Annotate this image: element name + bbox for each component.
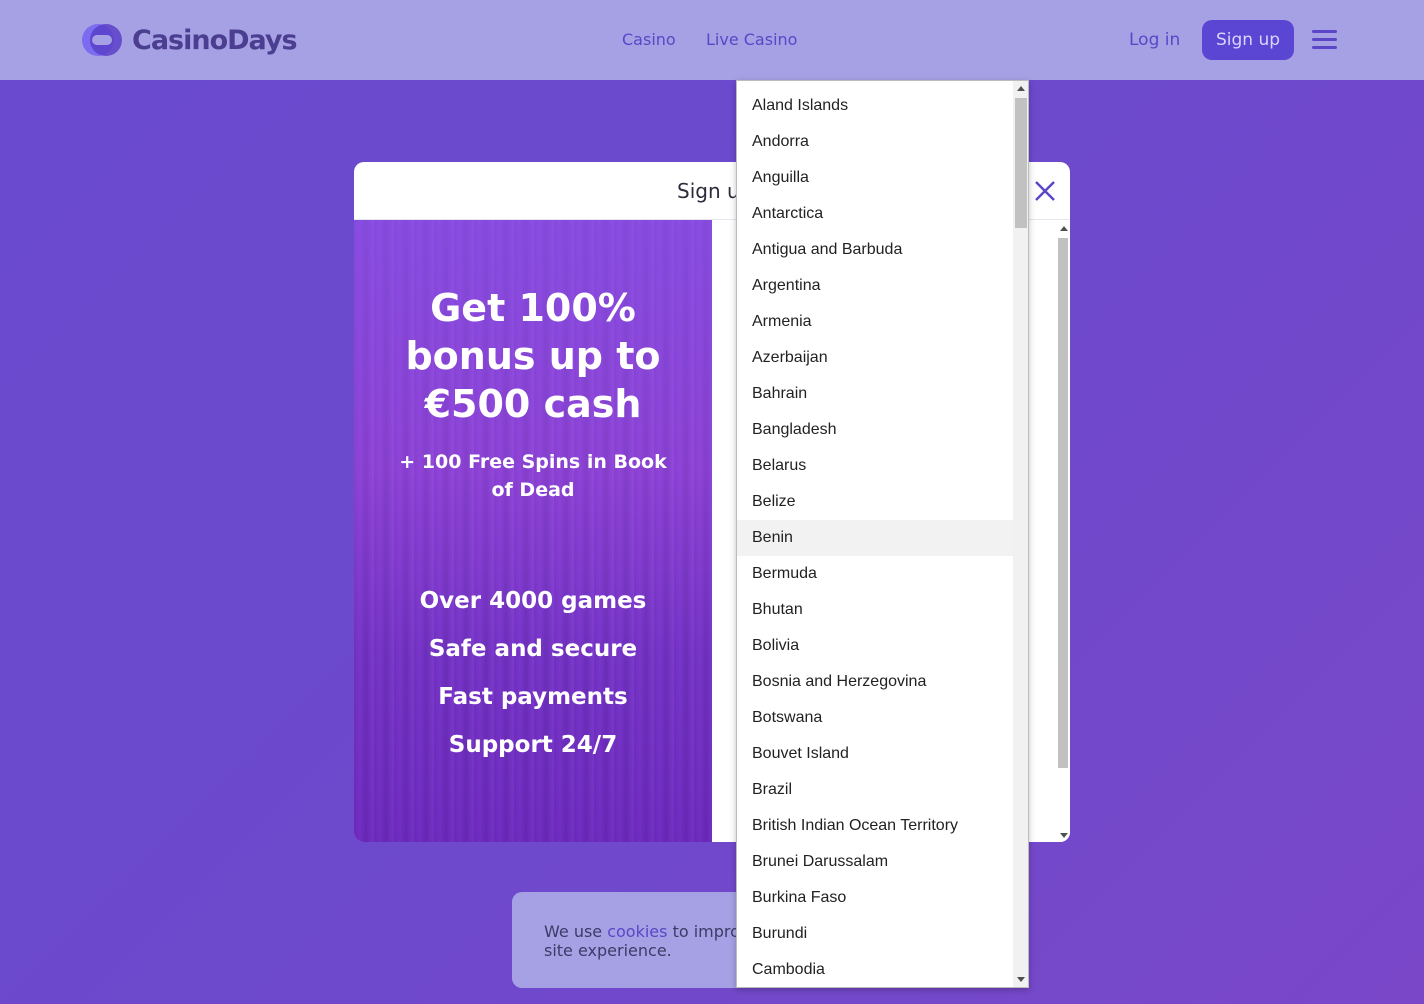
country-option[interactable]: Botswana [737, 700, 1013, 736]
dropdown-scrollbar-thumb[interactable] [1015, 98, 1027, 228]
country-option[interactable]: Argentina [737, 268, 1013, 304]
site-header: CasinoDays Casino Live Casino Log in Sig… [0, 0, 1424, 80]
country-option[interactable]: Azerbaijan [737, 340, 1013, 376]
scroll-up-icon[interactable] [1017, 86, 1025, 91]
country-option[interactable]: Burundi [737, 916, 1013, 952]
country-option[interactable]: Bangladesh [737, 412, 1013, 448]
scroll-up-icon[interactable] [1060, 226, 1068, 231]
login-link[interactable]: Log in [1129, 30, 1180, 50]
cookie-text: We use cookies to improv site experience… [544, 922, 749, 960]
modal-title: Sign u [677, 179, 740, 203]
country-option[interactable]: Aland Islands [737, 88, 1013, 124]
country-option[interactable]: Antigua and Barbuda [737, 232, 1013, 268]
country-option[interactable]: Bermuda [737, 556, 1013, 592]
promo-headline: Get 100% bonus up to €500 cash [405, 286, 661, 426]
casino-days-logo[interactable]: CasinoDays [80, 20, 298, 60]
form-scrollbar[interactable] [1056, 224, 1068, 840]
cookie-text-prefix: We use [544, 922, 608, 941]
nav-casino-link[interactable]: Casino [622, 30, 676, 49]
country-option[interactable]: Burkina Faso [737, 880, 1013, 916]
promo-subline: + 100 Free Spins in Book of Dead [399, 451, 667, 501]
close-icon[interactable] [1033, 179, 1057, 203]
country-option[interactable]: Cambodia [737, 952, 1013, 987]
cookie-text-line2: site experience. [544, 941, 672, 960]
country-option[interactable]: Bosnia and Herzegovina [737, 664, 1013, 700]
country-option[interactable]: Antarctica [737, 196, 1013, 232]
cookies-link[interactable]: cookies [607, 922, 667, 941]
promo-feature: Fast payments [438, 684, 628, 710]
country-option[interactable]: Belize [737, 484, 1013, 520]
country-dropdown-list[interactable]: Aland Islands Andorra Anguilla Antarctica An… [736, 80, 1029, 988]
country-option[interactable]: Belarus [737, 448, 1013, 484]
nav-live-casino-link[interactable]: Live Casino [706, 30, 797, 49]
logo-text: CasinoDays [132, 24, 298, 56]
country-option[interactable]: Anguilla [737, 160, 1013, 196]
country-option[interactable]: British Indian Ocean Territory [737, 808, 1013, 844]
country-option[interactable]: Andorra [737, 124, 1013, 160]
scroll-down-icon[interactable] [1060, 833, 1068, 838]
country-option[interactable]: Brunei Darussalam [737, 844, 1013, 880]
dropdown-scrollbar[interactable] [1013, 81, 1028, 987]
menu-icon[interactable] [1312, 30, 1337, 50]
country-option[interactable]: Brazil [737, 772, 1013, 808]
form-scrollbar-thumb[interactable] [1058, 238, 1068, 768]
country-option[interactable]: Bolivia [737, 628, 1013, 664]
logo-icon [82, 24, 122, 56]
country-option[interactable]: Bahrain [737, 376, 1013, 412]
promo-panel: Get 100% bonus up to €500 cash + 100 Fre… [354, 220, 712, 842]
promo-feature: Over 4000 games [419, 588, 647, 614]
country-option[interactable]: Benin [737, 520, 1013, 556]
promo-feature: Safe and secure [428, 636, 638, 662]
country-option[interactable]: Bouvet Island [737, 736, 1013, 772]
scroll-down-icon[interactable] [1017, 977, 1025, 982]
country-option[interactable]: Armenia [737, 304, 1013, 340]
country-option[interactable]: Bhutan [737, 592, 1013, 628]
promo-feature: Support 24/7 [448, 732, 618, 758]
country-options: Aland Islands Andorra Anguilla Antarctica An… [737, 88, 1013, 987]
signup-button[interactable]: Sign up [1202, 20, 1294, 60]
